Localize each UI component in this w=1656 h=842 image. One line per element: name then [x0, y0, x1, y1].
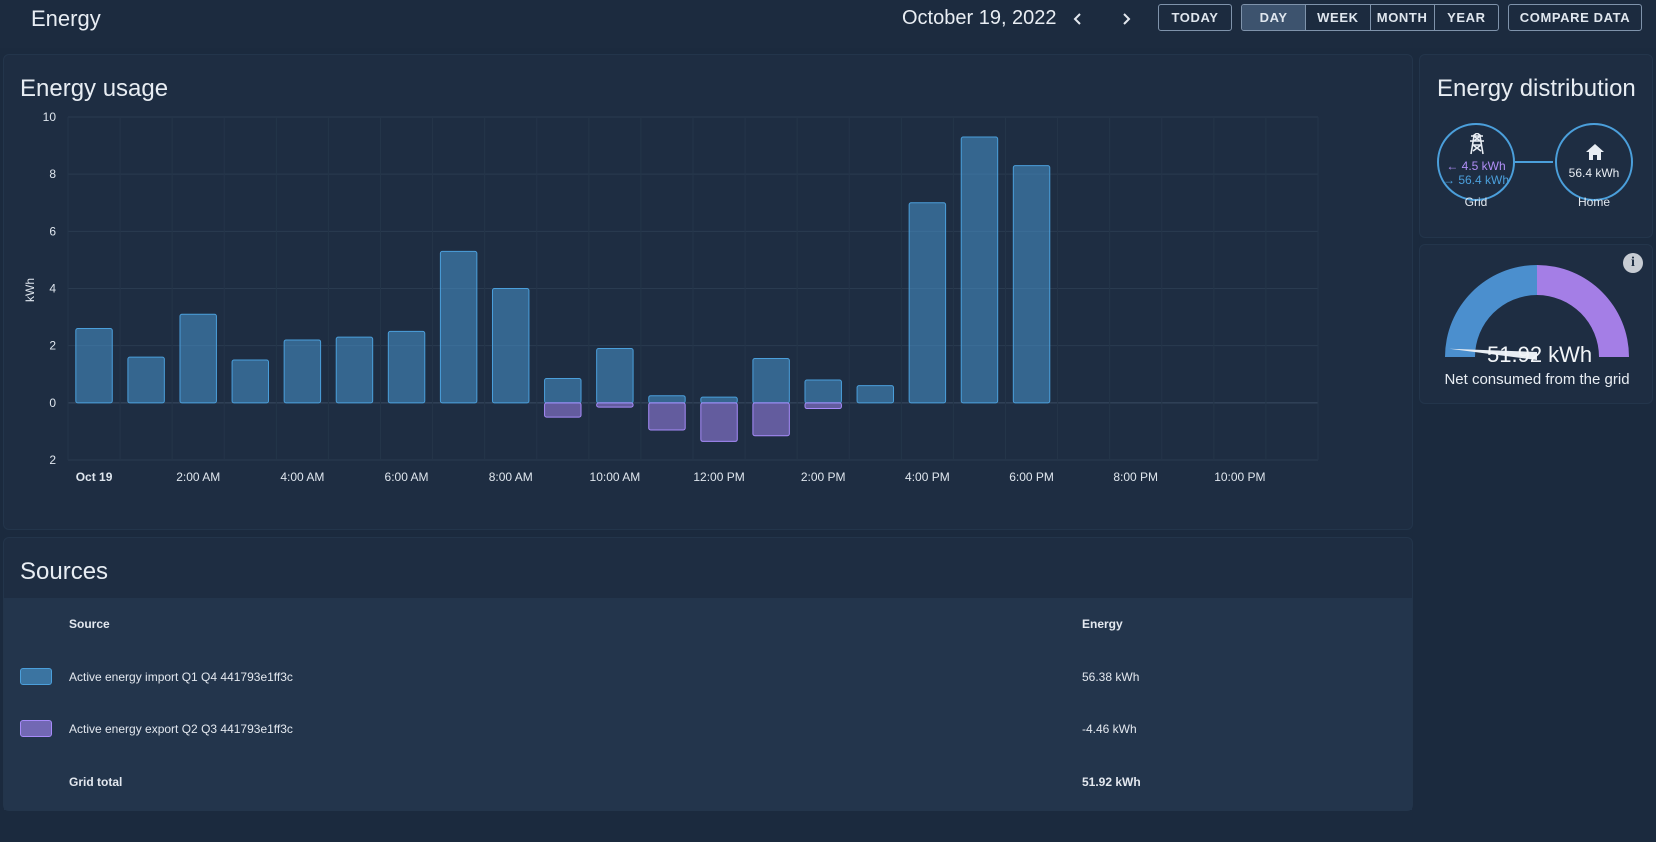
y-tick-label: 2	[49, 339, 56, 353]
chevron-left-icon	[1073, 13, 1081, 25]
period-year-button[interactable]: YEAR	[1435, 5, 1498, 30]
chart-bar	[387, 330, 426, 404]
chart-bar	[544, 378, 582, 404]
x-tick-label: 10:00 AM	[590, 470, 641, 484]
chart-bar	[544, 402, 582, 418]
x-tick-label: 8:00 PM	[1113, 470, 1158, 484]
grid-node[interactable]: ← 4.5 kWh → 56.4 kWh	[1437, 123, 1515, 201]
chart-bar	[179, 313, 217, 404]
chart-bar	[1012, 165, 1051, 404]
chart-bar	[648, 395, 686, 404]
source-energy: 56.38 kWh	[1082, 670, 1140, 684]
chart-bar	[752, 358, 790, 404]
x-tick-label: 10:00 PM	[1214, 470, 1265, 484]
grid-label: Grid	[1464, 195, 1488, 209]
sources-table: Source Energy Active energy import Q1 Q4…	[4, 598, 1412, 810]
gauge-caption: Net consumed from the grid	[1444, 371, 1630, 388]
grid-import-value: → 56.4 kWh	[1442, 173, 1510, 187]
y-axis-label: kWh	[23, 278, 37, 302]
page-title: Energy	[31, 6, 101, 31]
transmission-tower-icon	[1470, 133, 1484, 155]
source-color-swatch	[20, 668, 52, 685]
chart-bar	[648, 402, 686, 431]
y-tick-label: 4	[49, 282, 56, 296]
chart-bar	[700, 402, 738, 442]
sources-title: Sources	[20, 558, 109, 585]
grid-export-value: ← 4.5 kWh	[1446, 159, 1506, 173]
energy-distribution-card: Energy distribution ← 4.5 kWh → 56.4 kWh…	[1419, 54, 1653, 238]
chart-bar	[596, 402, 634, 408]
home-label: Home	[1577, 195, 1610, 209]
x-tick-label: 2:00 PM	[801, 470, 846, 484]
next-period-button[interactable]	[1111, 6, 1141, 32]
period-month-button[interactable]: MONTH	[1371, 5, 1435, 30]
x-tick-label: 6:00 PM	[1009, 470, 1054, 484]
x-tick-label: 12:00 PM	[693, 470, 744, 484]
x-tick-label: 2:00 AM	[176, 470, 220, 484]
y-tick-label: 10	[43, 110, 57, 124]
chart-bar	[127, 356, 165, 404]
date-label: October 19, 2022	[902, 7, 1057, 29]
energy-usage-card: Energy usage 10 8 6 4 2 0 2 kWh Oct 19 2:00 AM 4:0…	[3, 54, 1413, 530]
chevron-right-icon	[1123, 13, 1131, 25]
period-week-button[interactable]: WEEK	[1306, 5, 1371, 30]
compare-data-button[interactable]: COMPARE DATA	[1508, 4, 1642, 31]
chart-bar	[804, 402, 842, 410]
chart-bar	[439, 250, 478, 404]
y-tick-label: 0	[49, 396, 56, 410]
source-color-swatch	[20, 720, 52, 737]
home-value: 56.4 kWh	[1568, 166, 1620, 180]
period-day-button[interactable]: DAY	[1242, 5, 1307, 30]
top-bar: Energy October 19, 2022 TODAY DAY WEEK M…	[0, 0, 1656, 48]
chart-bar	[700, 396, 738, 404]
source-name: Active energy export Q2 Q3 441793e1ff3c	[69, 722, 293, 736]
source-name: Active energy import Q1 Q4 441793e1ff3c	[69, 670, 293, 684]
chart-bar	[75, 328, 113, 404]
y-tick-label: 2	[49, 453, 56, 467]
chart-bar	[856, 385, 895, 404]
chart-bar	[231, 359, 270, 404]
chart-bar	[752, 402, 790, 437]
source-energy: -4.46 kWh	[1082, 722, 1137, 736]
column-header-energy: Energy	[1082, 617, 1123, 631]
column-header-source: Source	[69, 617, 110, 631]
gauge-value: 51.92 kWh	[1487, 342, 1593, 367]
previous-period-button[interactable]	[1063, 6, 1093, 32]
period-selector: DAY WEEK MONTH YEAR	[1241, 4, 1499, 31]
x-tick-label: 4:00 AM	[280, 470, 324, 484]
x-tick-label: 4:00 PM	[905, 470, 950, 484]
energy-distribution-title: Energy distribution	[1437, 75, 1636, 102]
home-node[interactable]: 56.4 kWh	[1555, 123, 1633, 201]
chart-bar	[596, 348, 634, 404]
grid-total-label: Grid total	[69, 775, 123, 789]
x-tick-label: Oct 19	[76, 470, 113, 484]
y-tick-label: 6	[49, 224, 56, 238]
chart-bar	[335, 336, 374, 404]
x-tick-label: 8:00 AM	[489, 470, 533, 484]
home-icon	[1586, 144, 1604, 160]
grid-gauge-card: i 51.92 kWh Net consumed from the grid	[1419, 244, 1653, 404]
chart-bar	[283, 339, 322, 404]
chart-bar	[908, 202, 947, 404]
chart-bar	[804, 379, 842, 404]
flow-line	[1515, 161, 1553, 163]
energy-usage-chart: 10 8 6 4 2 0 2 kWh Oct 19 2:00 AM 4:00 AM 6:00 AM 8:…	[23, 110, 1319, 484]
y-tick-label: 8	[49, 167, 56, 181]
chart-bar	[960, 136, 999, 404]
grid-total-value: 51.92 kWh	[1082, 775, 1141, 789]
sources-card: Sources Source Energy Active energy impo…	[3, 537, 1413, 811]
chart-bar	[491, 288, 530, 404]
today-button[interactable]: TODAY	[1158, 4, 1232, 31]
x-tick-label: 6:00 AM	[385, 470, 429, 484]
